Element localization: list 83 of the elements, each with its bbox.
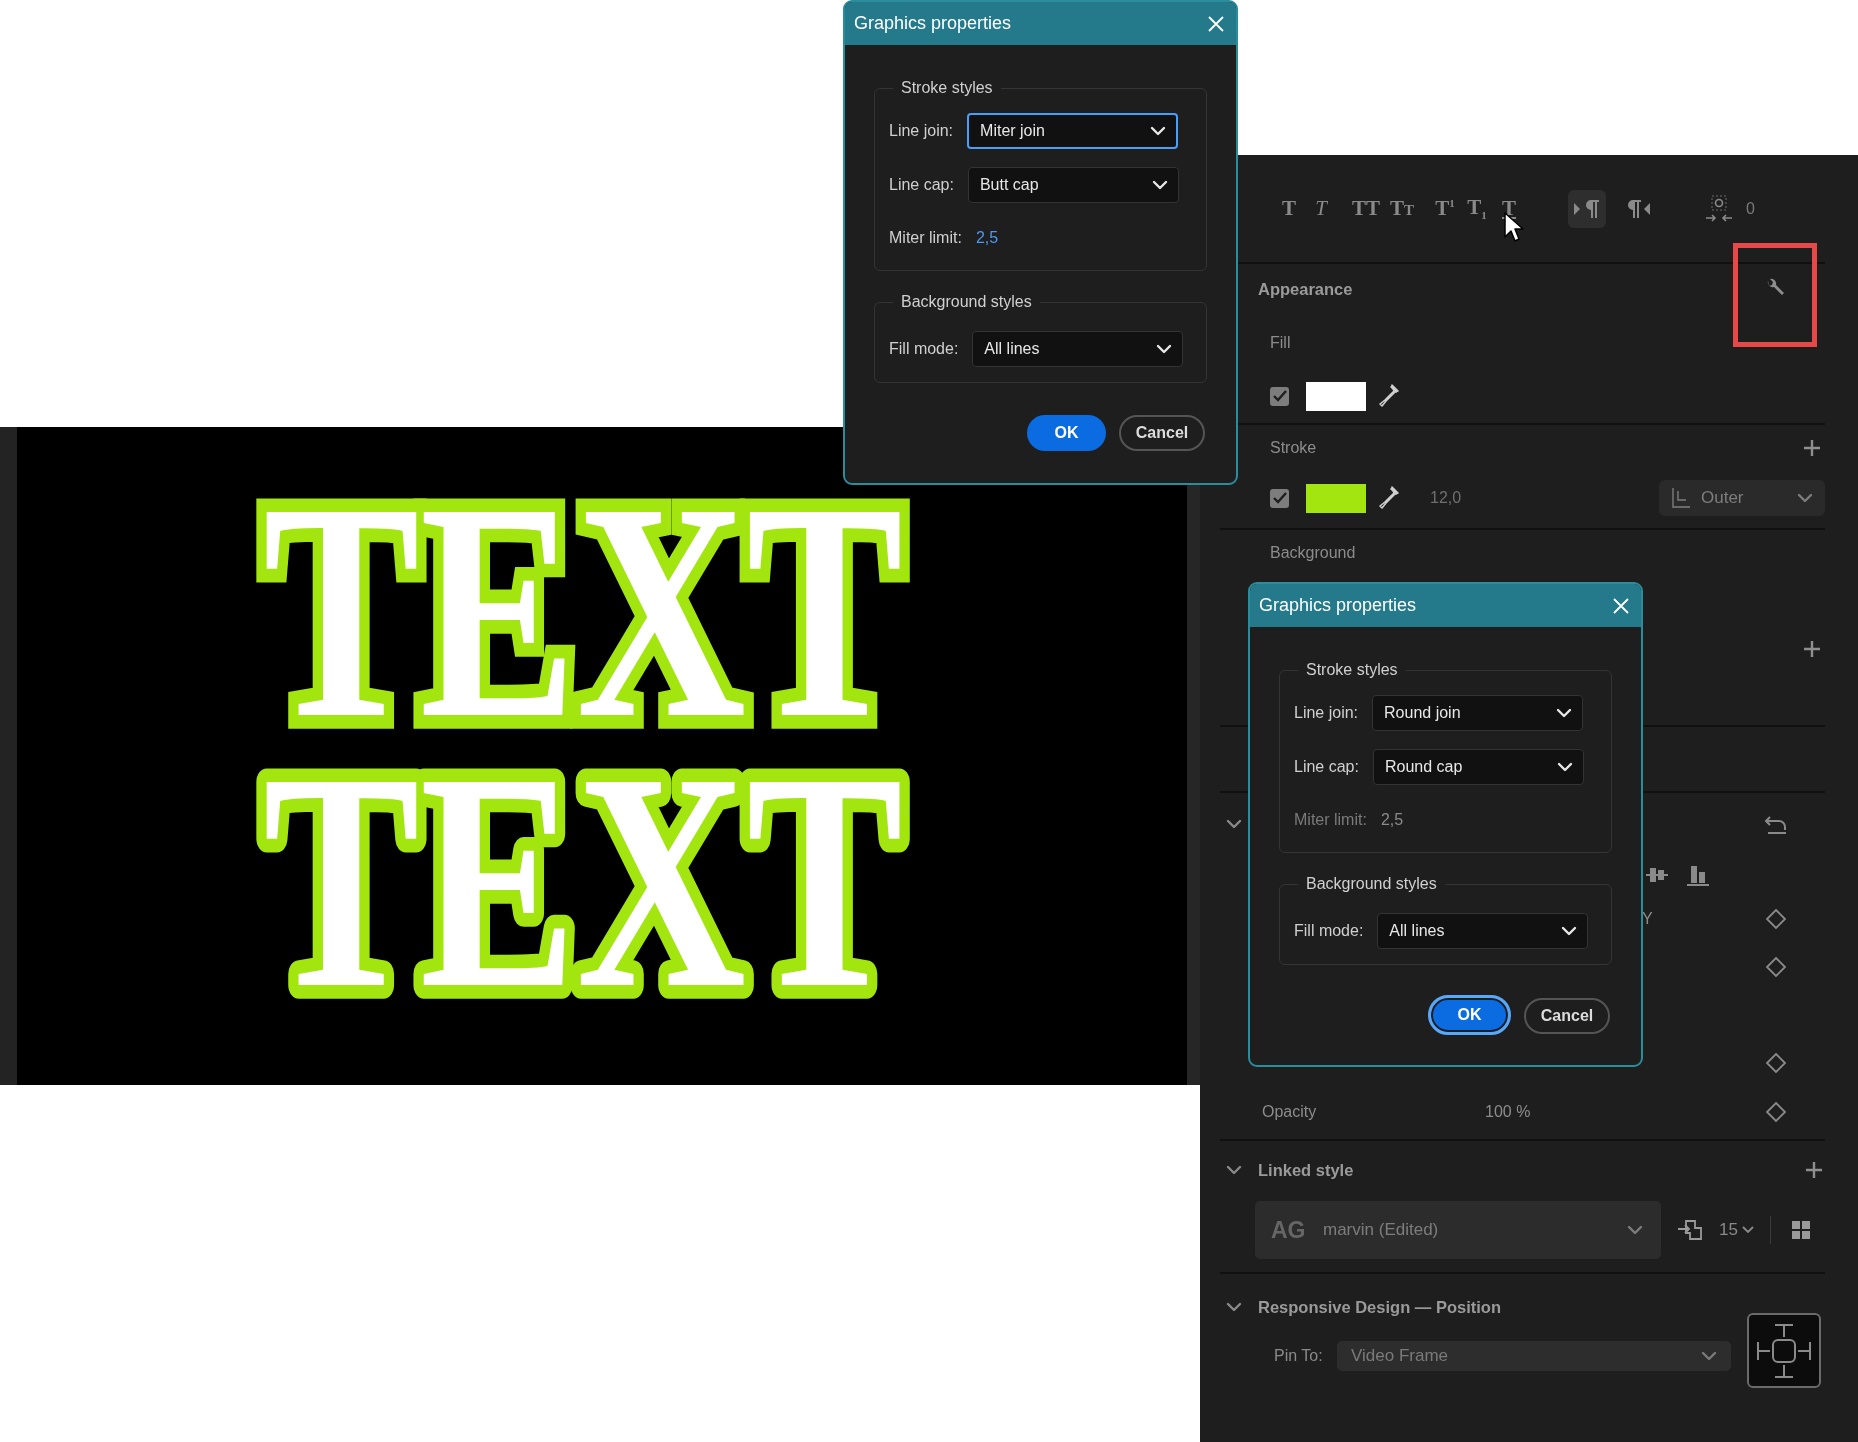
chevron-icon [1156, 344, 1173, 354]
chevron-icon [1151, 180, 1168, 190]
field-label: Miter limit: [889, 229, 962, 247]
keyframe-icon[interactable] [1765, 1101, 1787, 1123]
keyframe-icon[interactable] [1765, 956, 1787, 978]
close-icon[interactable] [1206, 13, 1226, 34]
chevron-icon [1627, 1225, 1643, 1235]
line-cap-dropdown[interactable]: Round cap [1372, 749, 1584, 785]
stroke-width-value[interactable]: 12,0 [1430, 489, 1462, 507]
field-label: Opacity [1262, 1103, 1318, 1121]
add-icon[interactable] [1804, 1160, 1824, 1180]
reset-icon[interactable] [1764, 813, 1788, 835]
group-legend: Stroke styles [1298, 661, 1406, 679]
text-style-button[interactable]: T [1498, 196, 1521, 221]
stroke-position-dropdown[interactable]: Outer [1659, 480, 1825, 516]
text-style-button[interactable]: TT [1352, 196, 1380, 221]
style-dropdown[interactable]: AG marvin (Edited) [1255, 1201, 1661, 1259]
field-label: Fill mode: [1294, 922, 1364, 940]
section-title: Appearance [1258, 279, 1353, 299]
fill-mode-dropdown[interactable]: All lines [972, 331, 1184, 367]
section-title: Responsive Design — Position [1258, 1297, 1501, 1317]
eyedropper-icon[interactable] [1378, 383, 1400, 409]
caret-icon[interactable] [1741, 1226, 1754, 1234]
add-icon[interactable] [1802, 639, 1822, 659]
field-label: Fill [1270, 334, 1291, 352]
text-style-button[interactable]: TT [1390, 196, 1415, 221]
chevron-icon [1701, 1351, 1717, 1361]
style-size-value[interactable]: 15 [1719, 1220, 1738, 1240]
field-label: Line cap: [1294, 758, 1359, 776]
stroke-position-icon [1671, 487, 1691, 509]
group-legend: Background styles [893, 293, 1040, 311]
checkbox[interactable] [1270, 386, 1289, 406]
cancel-button[interactable]: Cancel [1119, 415, 1205, 451]
opacity-value[interactable]: 100 % [1485, 1103, 1531, 1121]
fill-mode-dropdown[interactable]: All lines [1377, 913, 1589, 949]
field-label: Stroke [1270, 438, 1317, 457]
miter-limit-value[interactable]: 2,5 [975, 229, 999, 247]
chevron-icon [1556, 762, 1573, 772]
chevron-icon [1150, 126, 1167, 136]
dialog-title: Graphics properties [1259, 595, 1417, 616]
line-join-dropdown[interactable]: Round join [1372, 695, 1584, 731]
chevron-icon [1561, 926, 1578, 936]
add-icon[interactable] [1802, 437, 1822, 458]
chevron-icon [1556, 708, 1573, 718]
keyframe-icon[interactable] [1765, 1052, 1787, 1074]
dialog-title: Graphics properties [854, 13, 1012, 34]
field-label: Line join: [1294, 704, 1359, 722]
grid-icon[interactable] [1790, 1220, 1811, 1240]
text-style-button[interactable]: T [1310, 196, 1332, 221]
checkbox[interactable] [1270, 488, 1289, 508]
character-spacing-icon [1704, 193, 1735, 224]
close-icon[interactable] [1611, 595, 1631, 616]
spacing-value[interactable]: 0 [1746, 199, 1755, 218]
paragraph-ltr-icon [1573, 197, 1602, 220]
field-label: Pin To: [1274, 1347, 1324, 1365]
text-style-button[interactable]: T$_{1}$ [1466, 195, 1489, 222]
pin-to-dropdown[interactable]: Video Frame [1337, 1341, 1731, 1371]
line-join-dropdown[interactable]: Miter join [967, 113, 1179, 149]
field-label: Line cap: [889, 176, 954, 194]
miter-limit-value: 2,5 [1380, 811, 1404, 829]
color-swatch[interactable] [1306, 381, 1366, 411]
ok-button[interactable]: OK [1027, 415, 1106, 451]
field-label: Line join: [889, 122, 954, 140]
field-label: Fill mode: [889, 340, 959, 358]
cancel-button[interactable]: Cancel [1524, 998, 1610, 1034]
field-label: Y [1642, 910, 1653, 928]
pin-widget[interactable] [1747, 1313, 1821, 1388]
line-cap-dropdown[interactable]: Butt cap [967, 167, 1179, 203]
direction-button[interactable] [1568, 189, 1607, 228]
text-style-button[interactable]: T [1278, 196, 1300, 221]
group-legend: Background styles [1298, 875, 1445, 893]
section-title: Linked style [1258, 1160, 1354, 1180]
field-label: Miter limit: [1294, 811, 1367, 829]
keyframe-icon[interactable] [1765, 908, 1787, 930]
align-bottom-icon[interactable] [1686, 864, 1710, 886]
color-swatch[interactable] [1306, 483, 1366, 513]
eyedropper-icon[interactable] [1378, 485, 1400, 511]
group-legend: Stroke styles [893, 79, 1001, 97]
field-label: Background [1270, 544, 1356, 562]
ok-button[interactable]: OK [1428, 995, 1511, 1035]
link-style-icon[interactable] [1677, 1218, 1703, 1242]
text-style-button[interactable]: T$^{1}$ [1434, 196, 1457, 221]
chevron-icon [1797, 493, 1813, 503]
